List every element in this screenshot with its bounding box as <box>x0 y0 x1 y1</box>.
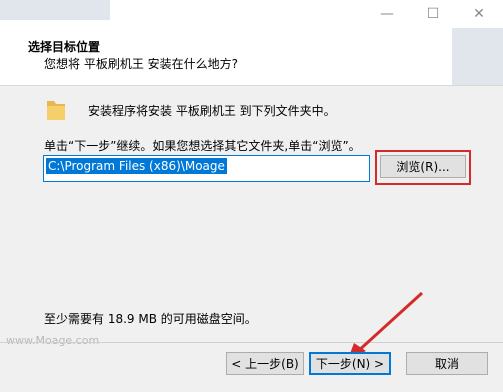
close-button[interactable]: ✕ <box>456 0 502 28</box>
close-icon: ✕ <box>473 6 485 22</box>
title-bar: — ☐ ✕ <box>0 0 503 28</box>
browse-button[interactable]: 浏览(R)... <box>380 155 466 178</box>
instruction-text: 单击“下一步”继续。如果您想选择其它文件夹,单击“浏览”。 <box>44 139 361 153</box>
cancel-button[interactable]: 取消 <box>406 352 488 375</box>
minimize-icon: — <box>380 6 394 22</box>
maximize-button[interactable]: ☐ <box>410 0 456 28</box>
red-arrow-icon <box>348 291 424 359</box>
maximize-icon: ☐ <box>426 6 440 22</box>
minimize-button[interactable]: — <box>364 0 410 28</box>
blurred-title-area <box>0 0 110 20</box>
watermark-text: www.Moage.com <box>6 334 100 347</box>
next-button[interactable]: 下一步(N) > <box>309 352 391 375</box>
blurred-logo-area <box>452 28 503 85</box>
back-button[interactable]: < 上一步(B) <box>226 352 304 375</box>
page-title: 选择目标位置 <box>28 40 101 54</box>
install-path-value: C:\Program Files (x86)\Moage <box>46 158 227 174</box>
wizard-header: 选择目标位置 您想将 平板刷机王 安装在什么地方? <box>0 28 503 86</box>
folder-description: 安装程序将安装 平板刷机王 到下列文件夹中。 <box>88 104 336 118</box>
page-subtitle: 您想将 平板刷机王 安装在什么地方? <box>44 57 238 71</box>
folder-icon <box>47 101 65 120</box>
install-path-input[interactable]: C:\Program Files (x86)\Moage <box>43 155 370 182</box>
disk-space-text: 至少需要有 18.9 MB 的可用磁盘空间。 <box>44 312 257 326</box>
